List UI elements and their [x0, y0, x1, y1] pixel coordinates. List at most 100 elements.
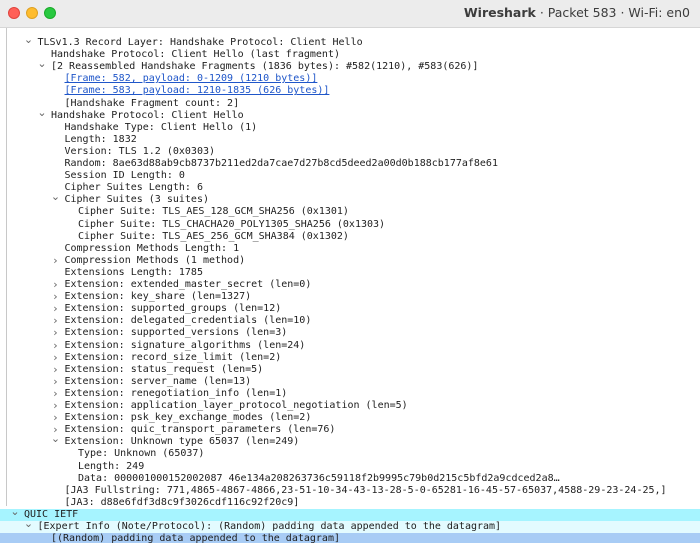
frame-link[interactable]: [Frame: 583, payload: 1210-1835 (626 byt… — [65, 85, 330, 97]
tree-row-label: Extension: extended_master_secret (len=0… — [64, 279, 312, 290]
tree-row-label: Cipher Suite: TLS_AES_128_GCM_SHA256 (0x… — [78, 206, 349, 218]
tree-row[interactable]: › Extension: quic_transport_parameters (l… — [0, 424, 700, 436]
tree-row-label: Extension: quic_transport_parameters (le… — [64, 424, 336, 436]
chevron-down-icon[interactable]: ⌄ — [51, 433, 61, 445]
tree-row[interactable]: ⌄ Handshake Protocol: Client Hello — [0, 106, 700, 122]
tree-row-label: Handshake Protocol: Client Hello (last f… — [51, 49, 340, 61]
tree-row[interactable]: › Compression Methods (1 method) — [0, 254, 700, 267]
tree-row[interactable]: Compression Methods Length: 1 — [0, 243, 700, 255]
tree-row[interactable]: [Handshake Fragment count: 2] — [0, 98, 700, 110]
tree-row[interactable]: Cipher Suite: TLS_AES_128_GCM_SHA256 (0x… — [0, 206, 700, 218]
frame-link[interactable]: [Frame: 582, payload: 0-1209 (1210 bytes… — [65, 73, 318, 85]
tree-row[interactable]: › Extension: server_name (len=13) — [0, 375, 700, 388]
chevron-right-icon[interactable]: › — [51, 375, 61, 388]
minimize-window-button[interactable] — [26, 7, 38, 19]
tree-row[interactable]: [(Random) padding data appended to the d… — [0, 533, 700, 543]
tree-row[interactable]: [JA3 Fullstring: 771,4865-4867-4866,23-5… — [0, 485, 700, 497]
chevron-down-icon[interactable]: ⌄ — [10, 505, 20, 518]
tree-row[interactable]: Data: 000001000152002087 46e134a20826373… — [0, 473, 700, 485]
tree-row[interactable]: › Extension: delegated_credentials (len=1… — [0, 315, 700, 327]
chevron-right-icon[interactable]: › — [51, 254, 61, 267]
tree-row[interactable]: Random: 8ae63d88ab9cb8737b211ed2da7cae7d… — [0, 158, 700, 170]
tree-row-label: [JA3 Fullstring: 771,4865-4867-4866,23-5… — [64, 484, 667, 496]
tree-row[interactable]: Session ID Length: 0 — [0, 170, 700, 182]
app-name: Wireshark — [463, 5, 536, 20]
tree-row[interactable]: ⌄ [2 Reassembled Handshake Fragments (183… — [0, 58, 700, 73]
packet-details-tree[interactable]: ⌄ TLSv1.3 Record Layer: Handshake Protoco… — [0, 28, 700, 543]
tree-row[interactable]: › Extension: status_request (len=5) — [0, 363, 700, 376]
tree-row-label: Cipher Suites Length: 6 — [64, 182, 203, 194]
window-subtitle: · Packet 583 · Wi-Fi: en0 — [539, 5, 690, 20]
tree-row-label: Extension: Unknown type 65037 (len=249) — [64, 436, 300, 448]
tree-row-label: Extension: record_size_limit (len=2) — [64, 351, 282, 363]
tree-row[interactable]: ⌄ Cipher Suites (3 suites) — [0, 191, 700, 206]
tree-row[interactable]: › Extension: renegotiation_info (len=1) — [0, 387, 700, 400]
tree-row-label: Handshake Protocol: Client Hello — [51, 109, 244, 121]
chevron-right-icon[interactable]: › — [51, 327, 61, 339]
tree-row-label: [Handshake Fragment count: 2] — [64, 97, 240, 109]
tree-row-label: Type: Unknown (65037) — [78, 448, 205, 460]
tree-row-label: Cipher Suite: TLS_CHACHA20_POLY1305_SHA2… — [78, 218, 386, 230]
window-title: Wireshark · Packet 583 · Wi-Fi: en0 — [464, 5, 690, 20]
tree-row[interactable]: [JA3: d88e6fdf3d8c9f3026cdf116c92f20c9] — [0, 497, 700, 509]
tree-row-label: Extension: key_share (len=1327) — [64, 291, 252, 303]
tree-row[interactable]: Length: 249 — [0, 461, 700, 473]
chevron-down-icon[interactable]: ⌄ — [24, 34, 34, 46]
tree-row-label: [2 Reassembled Handshake Fragments (1836… — [51, 61, 479, 73]
tree-row-label: Extension: renegotiation_info (len=1) — [64, 387, 288, 399]
tree-row[interactable]: [Frame: 583, payload: 1210-1835 (626 byt… — [0, 85, 700, 97]
tree-row[interactable]: ⌄ Extension: Unknown type 65037 (len=249) — [0, 433, 700, 448]
tree-row[interactable]: Type: Unknown (65037) — [0, 448, 700, 460]
tree-row-label: Extension: psk_key_exchange_modes (len=2… — [64, 412, 312, 424]
chevron-right-icon[interactable]: › — [51, 351, 61, 364]
tree-row-label: [(Random) padding data appended to the d… — [51, 533, 340, 543]
chevron-right-icon[interactable]: › — [51, 339, 61, 352]
tree-row[interactable]: Cipher Suite: TLS_CHACHA20_POLY1305_SHA2… — [0, 219, 700, 231]
tree-row[interactable]: Cipher Suite: TLS_AES_256_GCM_SHA384 (0x… — [0, 231, 700, 243]
tree-row-label: Compression Methods Length: 1 — [64, 242, 240, 254]
tree-row-label: Extension: delegated_credentials (len=10… — [64, 315, 312, 327]
tree-row-label: [Expert Info (Note/Protocol): (Random) p… — [37, 521, 502, 532]
tree-row-label: Length: 249 — [78, 460, 145, 472]
tree-row[interactable]: › Extension: extended_master_secret (len=… — [0, 279, 700, 291]
tree-row-label: Extensions Length: 1785 — [64, 266, 203, 278]
tree-row[interactable]: › Extension: supported_versions (len=3) — [0, 327, 700, 339]
tree-row-label: Random: 8ae63d88ab9cb8737b211ed2da7cae7d… — [64, 158, 498, 169]
tree-row-label: Extension: server_name (len=13) — [64, 375, 252, 387]
chevron-right-icon[interactable]: › — [51, 363, 61, 376]
tree-row-label: Cipher Suites (3 suites) — [64, 194, 210, 206]
tree-row[interactable]: › Extension: record_size_limit (len=2) — [0, 351, 700, 364]
zoom-window-button[interactable] — [44, 7, 56, 19]
tree-row[interactable]: Version: TLS 1.2 (0x0303) — [0, 146, 700, 158]
tree-row[interactable]: › Extension: application_layer_protocol_n… — [0, 400, 700, 412]
tree-row[interactable]: Cipher Suites Length: 6 — [0, 182, 700, 194]
tree-row-label: Extension: supported_groups (len=12) — [64, 303, 282, 315]
tree-row-label: [JA3: d88e6fdf3d8c9f3026cdf116c92f20c9] — [64, 496, 300, 508]
tree-row[interactable]: Length: 1832 — [0, 134, 700, 146]
tree-row[interactable]: ⌄ QUIC IETF — [0, 505, 700, 521]
tree-row[interactable]: › Extension: supported_groups (len=12) — [0, 303, 700, 315]
tree-row[interactable]: ⌄ [Expert Info (Note/Protocol): (Random) … — [0, 518, 700, 533]
chevron-down-icon[interactable]: ⌄ — [37, 106, 47, 119]
chevron-down-icon[interactable]: ⌄ — [51, 191, 61, 203]
chevron-down-icon[interactable]: ⌄ — [24, 518, 34, 530]
tree-row[interactable]: Handshake Protocol: Client Hello (last f… — [0, 49, 700, 61]
tree-row[interactable]: › Extension: psk_key_exchange_modes (len=… — [0, 412, 700, 424]
tree-row-label: Compression Methods (1 method) — [64, 254, 246, 266]
tree-row-label: Cipher Suite: TLS_AES_256_GCM_SHA384 (0x… — [78, 230, 349, 242]
tree-row[interactable]: Extensions Length: 1785 — [0, 267, 700, 279]
tree-row-label: TLSv1.3 Record Layer: Handshake Protocol… — [37, 37, 363, 48]
tree-row-label: Extension: supported_versions (len=3) — [64, 327, 288, 339]
tree-row[interactable]: ⌄ TLSv1.3 Record Layer: Handshake Protoco… — [0, 34, 700, 49]
tree-row-label: Session ID Length: 0 — [64, 170, 185, 182]
tree-row-label: Extension: status_request (len=5) — [64, 363, 264, 375]
close-window-button[interactable] — [8, 7, 20, 19]
chevron-down-icon[interactable]: ⌄ — [37, 58, 47, 70]
tree-row[interactable]: › Extension: signature_algorithms (len=24… — [0, 339, 700, 352]
tree-row[interactable]: › Extension: key_share (len=1327) — [0, 291, 700, 303]
tree-row-label: Length: 1832 — [64, 133, 137, 145]
tree-row[interactable]: Handshake Type: Client Hello (1) — [0, 122, 700, 134]
tree-row[interactable]: [Frame: 582, payload: 0-1209 (1210 bytes… — [0, 73, 700, 85]
tree-row-label: Data: 000001000152002087 46e134a20826373… — [78, 472, 560, 484]
tree-row-label: Extension: application_layer_protocol_ne… — [64, 400, 408, 411]
